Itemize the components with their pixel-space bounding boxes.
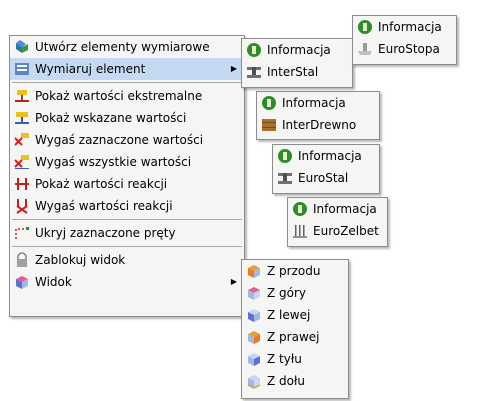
info-icon bbox=[262, 96, 276, 110]
menu-item-label: Pokaż wartości ekstremalne bbox=[35, 89, 203, 103]
info-icon bbox=[293, 202, 307, 216]
menu-item-view-back[interactable]: Z tyłu bbox=[242, 348, 348, 370]
menu-separator bbox=[12, 82, 242, 83]
menu-item-show-reactions[interactable]: Pokaż wartości reakcji bbox=[10, 173, 244, 195]
menu-item-label: Informacja bbox=[378, 20, 442, 34]
menu-item-label: Zablokuj widok bbox=[35, 253, 126, 267]
hide-bars-icon bbox=[15, 227, 29, 239]
menu-item-label: Wygaś wszystkie wartości bbox=[35, 155, 192, 169]
menu-item-label: Z prawej bbox=[267, 330, 320, 344]
menu-item-label: Utwórz elementy wymiarowe bbox=[35, 40, 210, 54]
menu-item-label: EuroStopa bbox=[378, 42, 440, 56]
menu-item-hide-reactions[interactable]: Wygaś wartości reakcji bbox=[10, 195, 244, 217]
view-right-icon bbox=[248, 331, 260, 344]
menu-item-view-top[interactable]: Z góry bbox=[242, 282, 348, 304]
menu-item-hide-selected-bars[interactable]: Ukryj zaznaczone pręty bbox=[10, 222, 244, 244]
menu-item-label: Informacja bbox=[298, 149, 362, 163]
hide-reactions-icon bbox=[16, 199, 28, 214]
steel-icon bbox=[278, 173, 292, 184]
menu-item-label: EuroStal bbox=[298, 171, 349, 185]
submenu-interstal: Informacja InterStal bbox=[241, 38, 353, 88]
menu-item-label: Z przodu bbox=[267, 264, 321, 278]
menu-item-label: Ukryj zaznaczone pręty bbox=[35, 226, 176, 240]
menu-item-label: Pokaż wskazane wartości bbox=[35, 111, 187, 125]
menu-item-information[interactable]: Informacja bbox=[273, 145, 379, 167]
menu-item-view-right[interactable]: Z prawej bbox=[242, 326, 348, 348]
menu-item-label: Informacja bbox=[282, 96, 346, 110]
menu-item-information[interactable]: Informacja bbox=[242, 39, 352, 61]
menu-item-label: EuroZelbet bbox=[313, 224, 379, 238]
menu-item-label: Z tyłu bbox=[267, 352, 302, 366]
submenu-eurostal: Informacja EuroStal bbox=[272, 144, 380, 194]
view-cube-icon bbox=[16, 276, 28, 289]
menu-item-label: Wygaś zaznaczone wartości bbox=[35, 133, 204, 147]
menu-item-label: Z lewej bbox=[267, 308, 311, 322]
concrete-icon bbox=[293, 225, 307, 238]
hide-selected-values-icon bbox=[14, 133, 29, 146]
submenu-view: Z przodu Z góry Z lewej Z prawej Z tyłu … bbox=[241, 259, 349, 399]
menu-item-label: Pokaż wartości reakcji bbox=[35, 177, 168, 191]
view-front-icon bbox=[248, 265, 260, 278]
menu-separator bbox=[12, 246, 242, 247]
menu-item-information[interactable]: Informacja bbox=[353, 16, 456, 38]
show-reactions-icon bbox=[15, 178, 29, 190]
submenu-eurozelbet: Informacja EuroZelbet bbox=[287, 197, 388, 247]
view-back-icon bbox=[248, 353, 260, 366]
info-icon bbox=[247, 43, 261, 57]
context-menu: Utwórz elementy wymiarowe Wymiaruj eleme… bbox=[9, 35, 245, 317]
menu-item-label: Z góry bbox=[267, 286, 307, 300]
menu-item-label: Z dołu bbox=[267, 374, 306, 388]
menu-item-information[interactable]: Informacja bbox=[288, 198, 387, 220]
menu-item-show-extreme-values[interactable]: Pokaż wartości ekstremalne bbox=[10, 85, 244, 107]
dimension-elements-icon bbox=[16, 40, 28, 53]
lock-icon bbox=[17, 252, 27, 267]
menu-item-label: Widok bbox=[35, 275, 72, 289]
menu-item-hide-all-values[interactable]: Wygaś wszystkie wartości bbox=[10, 151, 244, 173]
menu-item-create-dimension-elements[interactable]: Utwórz elementy wymiarowe bbox=[10, 36, 244, 58]
footing-icon bbox=[358, 43, 372, 55]
menu-item-label: Informacja bbox=[267, 43, 331, 57]
submenu-interdrewno: Informacja InterDrewno bbox=[256, 91, 380, 140]
menu-item-interdrewno[interactable]: InterDrewno bbox=[257, 114, 379, 136]
submenu-arrow-icon: ▶ bbox=[230, 277, 237, 286]
menu-item-view-left[interactable]: Z lewej bbox=[242, 304, 348, 326]
menu-item-interstal[interactable]: InterStal bbox=[242, 61, 352, 83]
info-icon bbox=[358, 20, 372, 34]
menu-item-hide-selected-values[interactable]: Wygaś zaznaczone wartości bbox=[10, 129, 244, 151]
timber-icon bbox=[262, 119, 276, 131]
steel-icon bbox=[247, 67, 261, 78]
submenu-eurostopa: Informacja EuroStopa bbox=[352, 15, 457, 65]
menu-item-label: Wygaś wartości reakcji bbox=[35, 199, 173, 213]
menu-item-eurostal[interactable]: EuroStal bbox=[273, 167, 379, 189]
menu-item-view-bottom[interactable]: Z dołu bbox=[242, 370, 348, 392]
view-bottom-icon bbox=[247, 375, 261, 389]
menu-item-label: InterDrewno bbox=[282, 118, 357, 132]
menu-item-label: Informacja bbox=[313, 202, 377, 216]
view-left-icon bbox=[248, 309, 260, 322]
menu-item-label: InterStal bbox=[267, 65, 319, 79]
menu-item-dimension-element[interactable]: Wymiaruj element ▶ bbox=[10, 58, 244, 80]
menu-separator bbox=[12, 219, 242, 220]
menu-item-view[interactable]: Widok ▶ bbox=[10, 271, 244, 293]
menu-item-information[interactable]: Informacja bbox=[257, 92, 379, 114]
menu-item-eurostopa[interactable]: EuroStopa bbox=[353, 38, 456, 60]
menu-item-show-indicated-values[interactable]: Pokaż wskazane wartości bbox=[10, 107, 244, 129]
view-top-icon bbox=[248, 287, 260, 300]
submenu-arrow-icon: ▶ bbox=[230, 64, 237, 73]
dimension-element-icon bbox=[15, 63, 29, 75]
extreme-values-icon bbox=[15, 90, 29, 102]
indicated-values-icon bbox=[15, 112, 29, 124]
hide-all-values-icon bbox=[14, 155, 29, 169]
menu-item-label: Wymiaruj element bbox=[35, 62, 146, 76]
menu-item-eurozelbet[interactable]: EuroZelbet bbox=[288, 220, 387, 242]
info-icon bbox=[278, 149, 292, 163]
menu-item-lock-view[interactable]: Zablokuj widok bbox=[10, 249, 244, 271]
menu-item-view-front[interactable]: Z przodu bbox=[242, 260, 348, 282]
